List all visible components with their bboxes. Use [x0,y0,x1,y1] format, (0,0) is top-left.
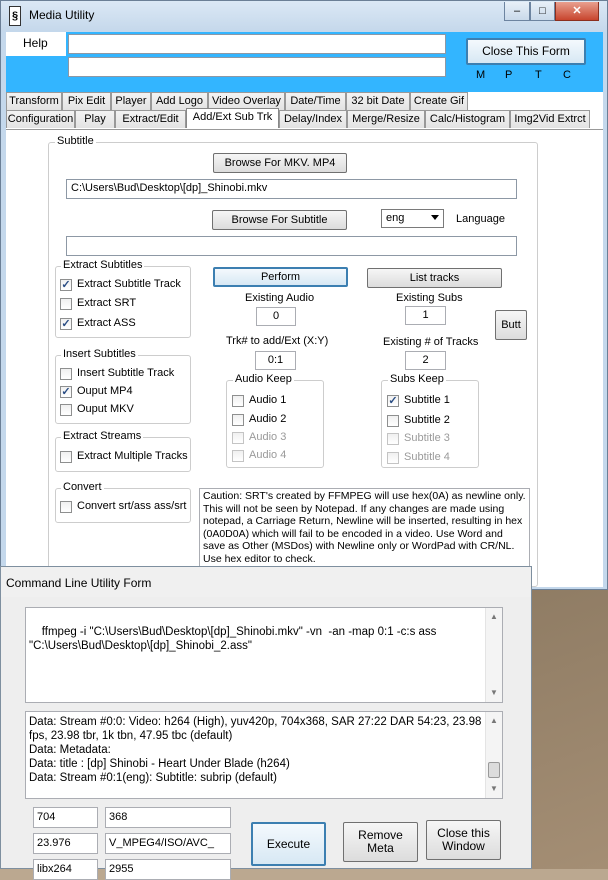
flag-m: M [476,69,486,81]
check-icon: ✓ [60,386,72,398]
output-line: Data: Stream #0:0: Video: h264 (High), y… [29,716,482,742]
tab-player[interactable]: Player [111,92,151,110]
subtitle-path-input[interactable] [66,236,517,256]
track-to-add-label: Trk# to add/Ext (X:Y) [226,335,329,347]
butt-button[interactable]: Butt [495,310,527,340]
tab-play[interactable]: Play [75,110,115,128]
bitrate-field[interactable]: 2955 [105,859,231,880]
extract-subtitles-label: Extract Subtitles [61,259,145,271]
language-select[interactable]: eng [381,209,444,228]
minimize-icon[interactable]: – [504,2,530,21]
output-textbox[interactable]: Data: Stream #0:0: Video: h264 (High), y… [25,711,503,799]
output-line: Data: Metadata: [29,744,111,756]
check-icon: ✓ [60,279,72,291]
output-line: Data: title : [dp] Shinobi - Heart Under… [29,758,290,770]
close-window-button[interactable]: Close this Window [426,820,501,860]
top-input-1[interactable] [68,34,446,54]
existing-audio-field[interactable]: 0 [256,307,296,326]
check-icon: ✓ [60,318,72,330]
output-line: Data: Stream #0:1(eng): Subtitle: subrip… [29,772,278,784]
tab-extract-edit[interactable]: Extract/Edit [115,110,186,128]
tab-panel: Subtitle Browse For MKV. MP4 C:\Users\Bu… [6,129,603,587]
flag-p: P [505,69,513,81]
command-text: ffmpeg -i "C:\Users\Bud\Desktop\[dp]_Shi… [29,626,440,652]
track-to-add-field[interactable]: 0:1 [255,351,296,370]
scroll-down-icon[interactable]: ▼ [490,782,498,796]
tab-date-time[interactable]: Date/Time [285,92,346,110]
convert-label: Convert [61,481,104,493]
encoder-field[interactable]: libx264 [33,859,98,880]
app-icon: § [9,6,21,26]
audio-keep-label: Audio Keep [233,373,294,385]
tab-merge-resize[interactable]: Merge/Resize [347,110,425,128]
title-bar[interactable]: § Media Utility – □ ✕ [1,1,607,31]
language-value: eng [386,212,405,224]
help-menu[interactable]: Help [23,36,48,50]
extract-streams-label: Extract Streams [61,430,144,442]
client-area: Help Close This Form M P T C Transform P… [6,32,603,587]
command-line-window: Command Line Utility Form ffmpeg -i "C:\… [0,566,532,880]
top-input-2[interactable] [68,57,446,77]
existing-tracks-label: Existing # of Tracks [383,336,479,348]
browse-subtitle-button[interactable]: Browse For Subtitle [212,210,347,230]
existing-audio-label: Existing Audio [245,292,315,304]
tab-add-ext-sub-trk[interactable]: Add/Ext Sub Trk [186,108,279,128]
remove-meta-button[interactable]: Remove Meta [343,822,418,862]
existing-subs-label: Existing Subs [396,292,463,304]
tab-configuration[interactable]: Configuration [6,110,75,128]
command-title-bar[interactable]: Command Line Utility Form [1,567,531,597]
browse-mkv-button[interactable]: Browse For MKV. MP4 [213,153,347,173]
tab-pix-edit[interactable]: Pix Edit [62,92,111,110]
width-field[interactable]: 704 [33,807,98,828]
scroll-thumb[interactable] [488,762,500,778]
fps-field[interactable]: 23.976 [33,833,98,854]
flag-t: T [535,69,542,81]
insert-subtitles-label: Insert Subtitles [61,348,138,360]
command-window-title: Command Line Utility Form [6,576,152,590]
scroll-down-icon[interactable]: ▼ [490,686,498,700]
codec-id-field[interactable]: V_MPEG4/ISO/AVC_ [105,833,231,854]
tab-delay-index[interactable]: Delay/Index [279,110,347,128]
caution-text: Caution: SRT's created by FFMPEG will us… [199,488,530,570]
file-path-input[interactable]: C:\Users\Bud\Desktop\[dp]_Shinobi.mkv [66,179,517,199]
scroll-up-icon[interactable]: ▲ [490,610,498,624]
tab-row-2: Configuration Play Extract/Edit Add/Ext … [6,108,603,128]
tab-transform[interactable]: Transform [6,92,62,110]
subs-keep-label: Subs Keep [388,373,446,385]
check-icon: ✓ [387,395,399,407]
close-icon[interactable]: ✕ [555,2,599,21]
perform-button[interactable]: Perform [213,267,348,287]
tab-32bit-date[interactable]: 32 bit Date [346,92,410,110]
command-textbox[interactable]: ffmpeg -i "C:\Users\Bud\Desktop\[dp]_Shi… [25,607,503,703]
existing-subs-field[interactable]: 1 [405,306,446,325]
existing-tracks-field[interactable]: 2 [405,351,446,370]
menu-bar: Help [6,32,66,56]
scroll-up-icon[interactable]: ▲ [490,714,498,728]
execute-button[interactable]: Execute [251,822,326,866]
list-tracks-button[interactable]: List tracks [367,268,502,288]
tab-create-gif[interactable]: Create Gif [410,92,468,110]
flag-c: C [563,69,571,81]
close-form-button[interactable]: Close This Form [466,38,586,65]
language-label: Language [456,213,505,225]
tab-calc-histogram[interactable]: Calc/Histogram [425,110,510,128]
chevron-down-icon [431,215,439,220]
subtitle-group-label: Subtitle [55,135,96,147]
command-scrollbar[interactable]: ▲ ▼ [485,608,502,702]
output-scrollbar[interactable]: ▲ ▼ [485,712,502,798]
height-field[interactable]: 368 [105,807,231,828]
tab-row-1: Transform Pix Edit Player Add Logo Video… [6,92,603,110]
media-utility-window: § Media Utility – □ ✕ Help Close This Fo… [0,0,608,590]
window-title: Media Utility [29,8,95,22]
tab-img2vid-extrct[interactable]: Img2Vid Extrct [510,110,590,128]
maximize-icon[interactable]: □ [530,2,555,21]
